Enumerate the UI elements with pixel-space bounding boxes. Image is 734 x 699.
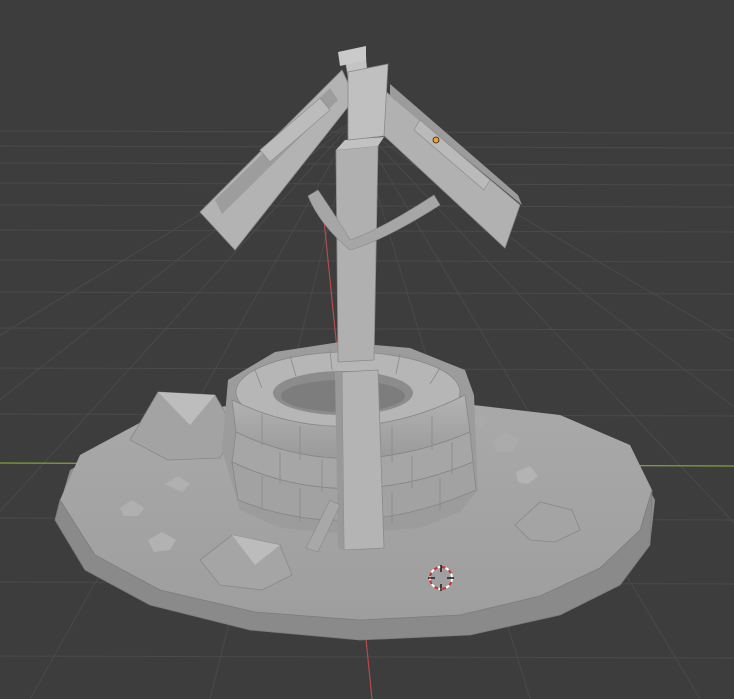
3d-viewport[interactable] [0, 0, 734, 699]
viewport-canvas[interactable] [0, 0, 734, 699]
origin-point [432, 136, 440, 144]
